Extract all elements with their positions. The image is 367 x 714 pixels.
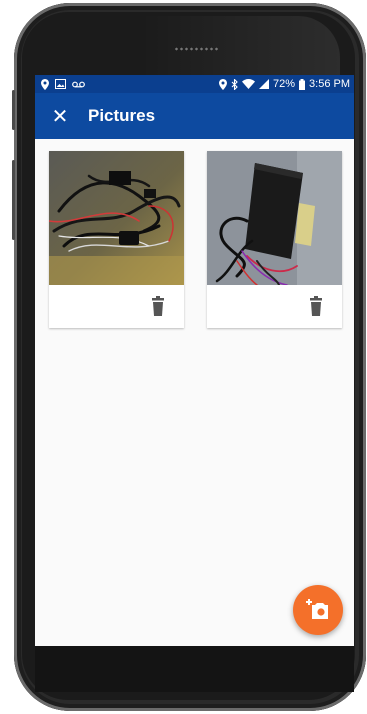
image-icon xyxy=(55,79,66,89)
trash-icon xyxy=(152,296,164,316)
battery-percent: 72% xyxy=(273,78,296,90)
page-title: Pictures xyxy=(88,106,156,125)
signal-icon xyxy=(259,79,269,89)
delete-picture-button[interactable] xyxy=(150,296,166,318)
phone-chin xyxy=(35,646,354,692)
picture-thumbnail[interactable] xyxy=(207,151,342,285)
location-pin-icon xyxy=(41,78,49,90)
bluetooth-icon xyxy=(231,78,238,90)
wiring-harness-photo xyxy=(49,151,184,285)
picture-card[interactable] xyxy=(49,151,184,328)
battery-icon xyxy=(299,78,306,90)
black-device-photo xyxy=(207,151,342,285)
delete-picture-button[interactable] xyxy=(308,296,324,318)
app-toolbar: ✕ Pictures xyxy=(35,93,354,139)
volume-button-lower xyxy=(12,160,15,240)
location-pin-icon xyxy=(219,78,227,90)
glass-reflection xyxy=(140,16,340,78)
trash-icon xyxy=(310,296,322,316)
close-button[interactable]: ✕ xyxy=(40,93,80,139)
add-photo-icon xyxy=(306,599,328,619)
app-screen: 72% 3:56 PM ✕ Pictures xyxy=(35,75,354,646)
close-icon: ✕ xyxy=(51,105,69,128)
earpiece-speaker xyxy=(174,46,220,52)
status-bar: 72% 3:56 PM xyxy=(35,75,354,93)
clock: 3:56 PM xyxy=(309,78,350,90)
wifi-icon xyxy=(242,79,255,89)
voicemail-icon xyxy=(72,81,85,87)
picture-thumbnail[interactable] xyxy=(49,151,184,285)
volume-button xyxy=(12,90,15,130)
picture-card[interactable] xyxy=(207,151,342,328)
add-photo-button[interactable] xyxy=(293,585,343,635)
